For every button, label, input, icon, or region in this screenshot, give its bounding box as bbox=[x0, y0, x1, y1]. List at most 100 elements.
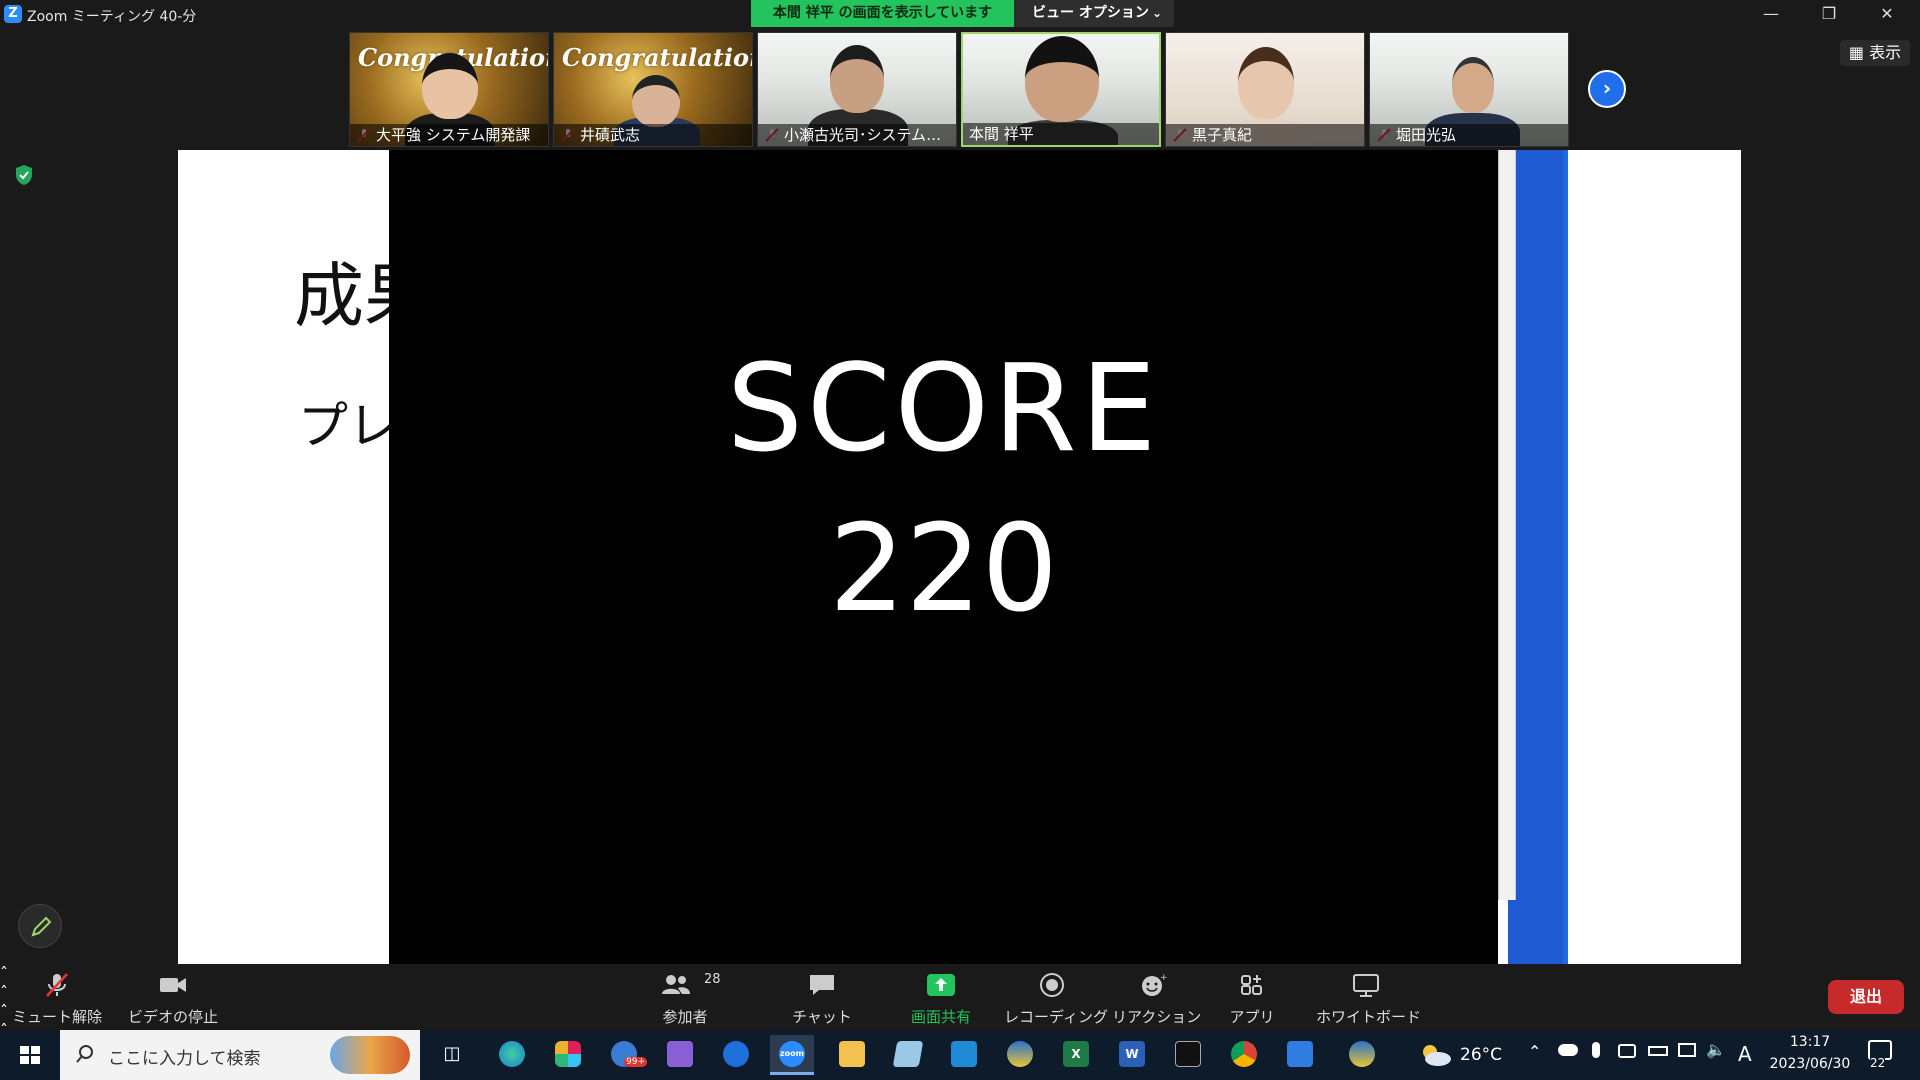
vscode-icon bbox=[951, 1041, 977, 1067]
apps-button[interactable]: アプリ bbox=[1220, 964, 1284, 1030]
clock-time[interactable]: 13:17 bbox=[1770, 1034, 1850, 1050]
participant-tile-active-speaker[interactable]: 本間 祥平 bbox=[961, 32, 1161, 147]
excel-icon: X bbox=[1063, 1041, 1089, 1067]
mail-badge: 99+ bbox=[624, 1057, 647, 1067]
taskbar-calendar[interactable] bbox=[1278, 1035, 1322, 1075]
stop-video-label: ビデオの停止 bbox=[127, 1008, 218, 1026]
minimize-button[interactable]: — bbox=[1742, 0, 1800, 29]
participant-name: 黒子真紀 bbox=[1166, 124, 1364, 146]
reactions-button[interactable]: + リアクション bbox=[1112, 964, 1202, 1030]
video-camera-icon bbox=[160, 978, 186, 992]
view-options-label: ビュー オプション bbox=[1032, 5, 1149, 21]
share-screen-icon bbox=[927, 974, 955, 996]
taskbar-search-box[interactable]: ここに入力して検索 bbox=[60, 1030, 420, 1080]
map-pin-icon bbox=[723, 1041, 749, 1067]
taskbar-maps[interactable] bbox=[714, 1035, 758, 1075]
visual-studio-icon bbox=[667, 1041, 693, 1067]
chat-button[interactable]: チャット bbox=[786, 964, 858, 1030]
person-head bbox=[830, 45, 884, 113]
participant-tile[interactable]: Congratulations! 大平強 システム開発課 bbox=[349, 32, 549, 147]
zoom-app-icon: zoom bbox=[779, 1041, 805, 1067]
app-icon bbox=[1007, 1041, 1033, 1067]
person-head bbox=[422, 53, 478, 119]
next-participants-button[interactable]: › bbox=[1588, 70, 1626, 108]
person-head bbox=[1238, 47, 1294, 119]
network-icon[interactable] bbox=[1678, 1043, 1696, 1057]
windows-start-icon[interactable] bbox=[0, 1030, 60, 1080]
view-toggle-button[interactable]: ▦ 表示 bbox=[1840, 40, 1910, 66]
person-head bbox=[632, 75, 680, 127]
taskbar-file-explorer[interactable] bbox=[830, 1035, 874, 1075]
participant-tile[interactable]: 堀田光弘 bbox=[1369, 32, 1569, 147]
taskbar-excel[interactable]: X bbox=[1054, 1035, 1098, 1075]
chevron-right-icon: › bbox=[1602, 76, 1612, 100]
taskbar-app[interactable] bbox=[886, 1035, 930, 1075]
taskbar-chrome[interactable] bbox=[1222, 1035, 1266, 1075]
view-options-button[interactable]: ビュー オプション ⌄ bbox=[1014, 0, 1174, 27]
whiteboard-icon bbox=[1353, 974, 1379, 997]
battery-icon[interactable] bbox=[1648, 1046, 1668, 1056]
score-label: SCORE bbox=[726, 340, 1161, 479]
background-window-scrollbar bbox=[1498, 150, 1516, 900]
congratulations-banner: Congratulations! bbox=[562, 43, 752, 72]
participant-tile[interactable]: Congratulations! 井磧武志 bbox=[553, 32, 753, 147]
leave-meeting-button[interactable]: 退出 bbox=[1828, 980, 1904, 1014]
app-icon bbox=[1349, 1041, 1375, 1067]
participant-name: 大平強 システム開発課 bbox=[350, 124, 548, 146]
taskbar-zoom[interactable]: zoom bbox=[770, 1035, 814, 1075]
share-screen-label: 画面共有 bbox=[910, 1008, 971, 1026]
taskbar-terminal[interactable] bbox=[1166, 1035, 1210, 1075]
window-title: Zoom ミーティング 40-分 bbox=[27, 9, 197, 25]
weather-cloud-icon[interactable] bbox=[1418, 1042, 1454, 1068]
clock-date[interactable]: 2023/06/30 bbox=[1762, 1056, 1858, 1072]
participants-icon bbox=[662, 975, 690, 994]
apps-label: アプリ bbox=[1229, 1008, 1275, 1026]
taskbar-edge[interactable] bbox=[490, 1035, 534, 1075]
calendar-icon bbox=[1287, 1041, 1313, 1067]
shield-check-icon[interactable] bbox=[14, 164, 34, 186]
edge-browser-icon bbox=[499, 1041, 525, 1067]
notepad-icon bbox=[892, 1041, 924, 1067]
ime-indicator[interactable]: A bbox=[1738, 1042, 1752, 1066]
unmute-button[interactable]: ミュート解除 bbox=[12, 964, 102, 1030]
taskbar-app[interactable] bbox=[1340, 1035, 1384, 1075]
taskbar-app[interactable] bbox=[998, 1035, 1042, 1075]
show-hidden-icons-chevron-icon[interactable]: ⌃ bbox=[1528, 1042, 1541, 1061]
taskbar-slack[interactable] bbox=[546, 1035, 590, 1075]
title-bar: Z Zoom ミーティング 40-分 本間 祥平 の画面を表示しています ビュー… bbox=[0, 0, 1920, 29]
person-head bbox=[1025, 36, 1099, 122]
reactions-label: リアクション bbox=[1112, 1008, 1202, 1026]
sharing-banner: 本間 祥平 の画面を表示しています bbox=[751, 0, 1014, 27]
participants-button[interactable]: 28 参加者 bbox=[650, 964, 721, 1030]
unmute-label: ミュート解除 bbox=[12, 1008, 103, 1026]
speaker-icon[interactable]: 🔈 bbox=[1706, 1040, 1726, 1059]
search-icon bbox=[76, 1045, 93, 1063]
record-icon bbox=[1040, 973, 1064, 997]
share-screen-button[interactable]: 画面共有 bbox=[896, 964, 986, 1030]
stop-video-button[interactable]: ビデオの停止 bbox=[126, 964, 220, 1030]
whiteboard-button[interactable]: ホワイトボード bbox=[1316, 964, 1421, 1030]
participant-tile[interactable]: 黒子真紀 bbox=[1165, 32, 1365, 147]
pencil-icon bbox=[31, 916, 52, 937]
taskbar-vscode[interactable] bbox=[942, 1035, 986, 1075]
annotate-button[interactable] bbox=[18, 904, 62, 948]
display-icon[interactable] bbox=[1618, 1044, 1636, 1058]
record-label: レコーディング bbox=[1004, 1008, 1108, 1026]
game-window: SCORE 220 bbox=[389, 150, 1498, 964]
chevron-down-icon: ⌄ bbox=[1151, 6, 1162, 20]
participant-name: 小瀬古光司･システム開… bbox=[758, 124, 956, 146]
weather-temperature[interactable]: 26°C bbox=[1460, 1045, 1502, 1065]
close-button[interactable]: ✕ bbox=[1858, 0, 1916, 29]
record-button[interactable]: レコーディング bbox=[1004, 964, 1108, 1030]
onedrive-cloud-icon[interactable] bbox=[1558, 1044, 1578, 1056]
restore-button[interactable]: ❐ bbox=[1800, 0, 1858, 29]
windows-taskbar: ここに入力して検索 ◫ 99+ zoom X W 26°C ⌃ 🔈 A 13:1… bbox=[0, 1030, 1920, 1080]
task-view-button[interactable]: ◫ bbox=[430, 1035, 474, 1075]
view-toggle-label: 表示 bbox=[1869, 43, 1902, 62]
taskbar-mail[interactable]: 99+ bbox=[602, 1035, 647, 1075]
terminal-icon bbox=[1175, 1041, 1201, 1067]
taskbar-visual-studio[interactable] bbox=[658, 1035, 702, 1075]
taskbar-word[interactable]: W bbox=[1110, 1035, 1154, 1075]
microphone-icon[interactable] bbox=[1592, 1042, 1600, 1058]
participant-tile[interactable]: 小瀬古光司･システム開… bbox=[757, 32, 957, 147]
